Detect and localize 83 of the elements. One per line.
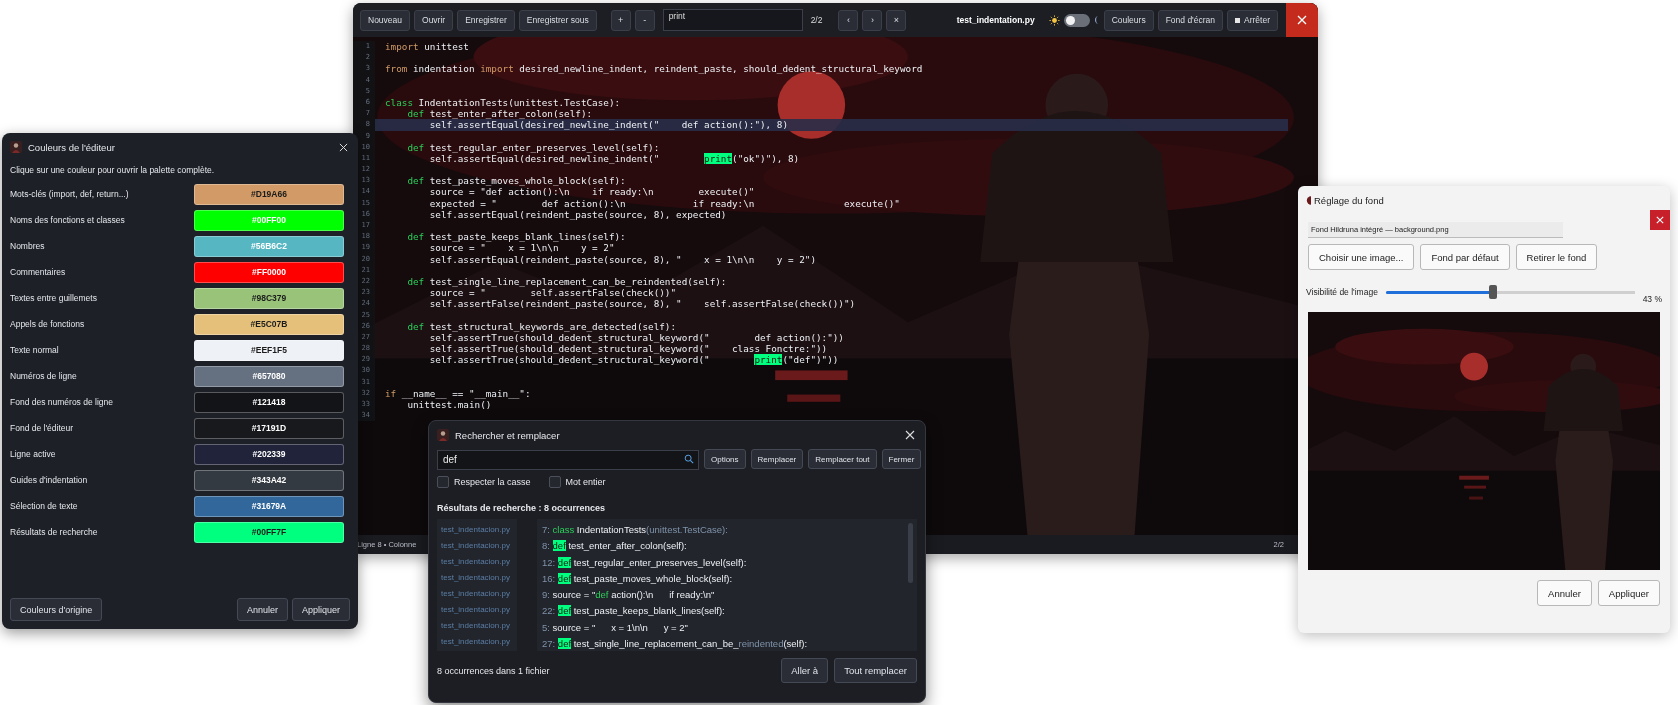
close-button[interactable] <box>1650 210 1670 230</box>
file-list-item[interactable]: test_indentacion.py <box>437 602 517 618</box>
theme-toggle[interactable] <box>1063 13 1090 27</box>
search-field[interactable]: print <box>662 9 803 31</box>
color-label: Résultats de recherche <box>10 527 99 537</box>
dialog-button[interactable]: Choisir une image... <box>1308 244 1415 270</box>
toolbar-button[interactable]: Enregistrer sous <box>518 9 597 31</box>
toolbar-button[interactable]: Arrêter <box>1227 9 1278 31</box>
file-list-item[interactable]: test_indentacion.py <box>437 570 517 586</box>
toolbar-button[interactable]: Couleurs <box>1103 9 1154 31</box>
dialog-button[interactable]: Aller à <box>781 658 829 683</box>
slider-thumb[interactable] <box>1488 285 1497 299</box>
match-count: 2/2 <box>810 15 823 25</box>
color-swatch[interactable]: #657080 <box>194 365 344 387</box>
dialog-title: Réglage du fond <box>1314 194 1384 206</box>
dialog-button[interactable]: Annuler <box>1537 580 1592 606</box>
result-item[interactable]: 9: source = "def action():\n if ready:\n" <box>542 587 917 604</box>
scrollbar[interactable] <box>908 523 913 583</box>
dialog-button[interactable]: Fond par défaut <box>1420 244 1510 270</box>
file-list-item[interactable]: test_indentacion.py <box>437 634 517 650</box>
result-item[interactable]: 27: def test_single_line_replacement_can_be_reindented(self): <box>542 636 917 651</box>
dialog-title: Couleurs de l'éditeur <box>28 141 115 153</box>
moon-icon <box>1093 15 1100 25</box>
result-item[interactable]: 12: def test_regular_enter_preserves_level(self): <box>542 554 917 571</box>
hint-text: Clique sur une couleur pour ouvrir la palette complète. <box>9 164 216 177</box>
color-swatch[interactable]: #00FF7F <box>194 521 344 543</box>
reset-button[interactable]: Couleurs d'origine <box>10 598 103 621</box>
stop-icon <box>1235 17 1240 23</box>
color-swatch[interactable]: #202339 <box>194 443 344 465</box>
color-label: Sélection de texte <box>10 501 79 511</box>
slider-reading: 43 % <box>1642 293 1662 304</box>
color-swatch[interactable]: #E5C07B <box>194 313 344 335</box>
avatar-icon <box>10 141 22 153</box>
file-list-item[interactable]: test_indentacion.py <box>437 538 517 554</box>
color-label: Ligne active <box>10 449 57 459</box>
search-nav-button[interactable]: › <box>862 9 883 31</box>
color-label: Commentaires <box>10 267 67 277</box>
toolbar-button[interactable]: Fond d'écran <box>1157 9 1223 31</box>
file-list-item[interactable]: test_indentacion.py <box>437 618 517 634</box>
close-icon <box>1656 216 1664 224</box>
color-swatch[interactable]: #D19A66 <box>194 183 344 205</box>
color-swatch[interactable]: #17191D <box>194 417 344 439</box>
close-icon[interactable] <box>339 142 348 152</box>
sun-icon <box>1048 14 1060 26</box>
color-label: Textes entre guillemets <box>10 293 98 303</box>
slider-label: Visibilité de l'image <box>1306 287 1378 297</box>
dialog-button[interactable]: Tout remplacer <box>834 658 917 683</box>
color-label: Nombres <box>10 241 46 251</box>
color-swatch[interactable]: #98C379 <box>194 287 344 309</box>
search-nav-button[interactable]: × <box>886 9 907 31</box>
result-item[interactable]: 8: def test_enter_after_colon(self): <box>542 538 917 555</box>
toolbar-button[interactable]: Enregistrer <box>457 9 515 31</box>
color-swatch[interactable]: #343A42 <box>194 469 344 491</box>
close-button[interactable] <box>1286 3 1318 37</box>
file-list-item[interactable]: test_indentacion.py <box>437 586 517 602</box>
toolbar-button[interactable]: Nouveau <box>360 9 411 31</box>
zoom-button[interactable]: + <box>610 9 631 31</box>
dialog-button[interactable]: Appliquer <box>291 598 350 621</box>
result-item[interactable]: 22: def test_paste_keeps_blank_lines(self): <box>542 603 917 620</box>
color-swatch[interactable]: #EEF1F5 <box>194 339 344 361</box>
close-icon <box>1297 15 1307 25</box>
color-label: Appels de fonctions <box>10 319 86 329</box>
file-name: test_indentation.py <box>956 15 1035 25</box>
color-label: Noms des fonctions et classes <box>10 215 126 225</box>
dialog-button[interactable]: Appliquer <box>1597 580 1660 606</box>
dialog-button[interactable]: Retirer le fond <box>1515 244 1598 270</box>
dialog-button[interactable]: Annuler <box>236 598 288 621</box>
search-nav-button[interactable]: ‹ <box>838 9 859 31</box>
color-label: Texte normal <box>10 345 60 355</box>
result-item[interactable]: 16: def test_paste_moves_whole_block(self): <box>542 570 917 588</box>
zoom-button[interactable]: - <box>634 9 655 31</box>
color-swatch[interactable]: #FF0000 <box>194 261 344 283</box>
result-item[interactable]: 5: source = " x = 1\n\n y = 2" <box>542 619 917 637</box>
color-label: Guides d'indentation <box>10 475 89 485</box>
color-swatch[interactable]: #31679A <box>194 495 344 517</box>
file-list-item[interactable]: test_indentacion.py <box>437 554 517 570</box>
color-label: Mots-clés (import, def, return...) <box>10 189 130 199</box>
color-label: Fond des numéros de ligne <box>10 397 114 407</box>
results-summary: 8 occurrences dans 1 fichier <box>437 665 550 676</box>
color-label: Numéros de ligne <box>10 371 78 381</box>
color-label: Fond de l'éditeur <box>10 423 75 433</box>
color-swatch[interactable]: #121418 <box>194 391 344 413</box>
toolbar-button[interactable]: Ouvrir <box>414 9 454 31</box>
